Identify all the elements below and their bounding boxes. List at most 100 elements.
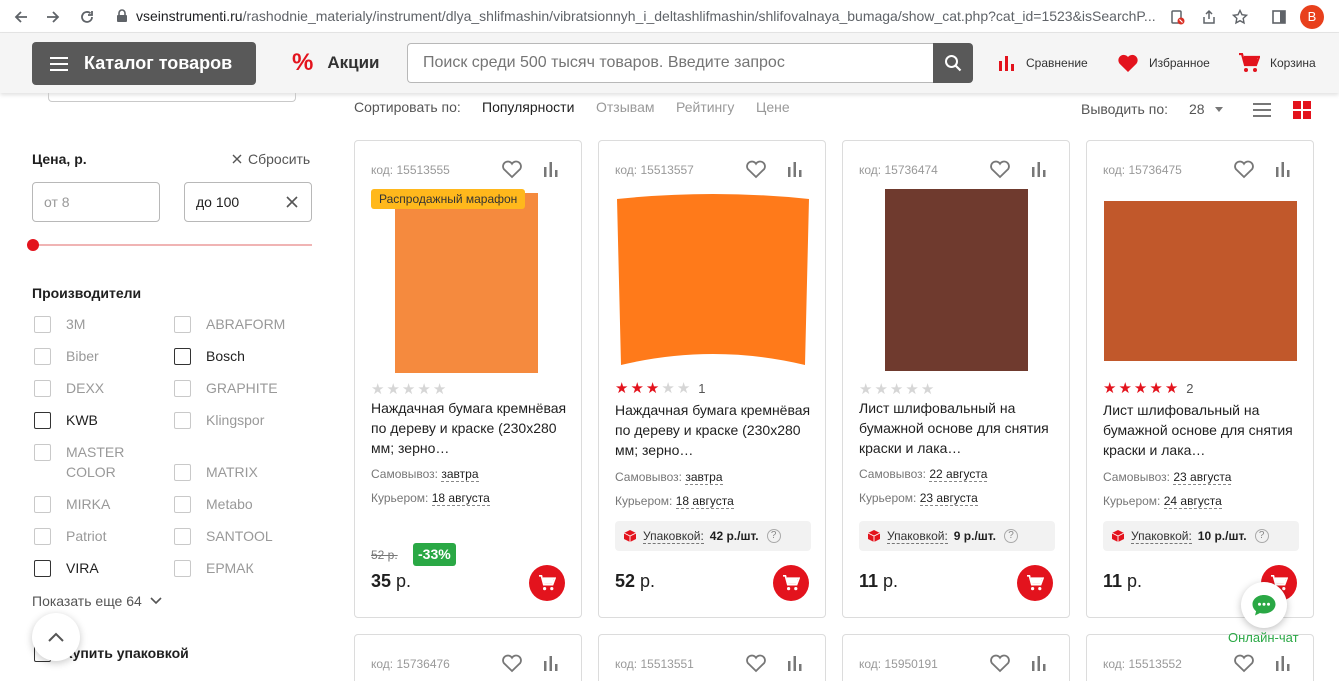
add-to-cart-button[interactable] — [1017, 565, 1053, 601]
address-bar[interactable]: vseinstrumenti.ru/rashodnie_materialy/in… — [136, 4, 1158, 29]
brand-checkbox-abraform[interactable]: ABRAFORM — [174, 316, 285, 334]
checkbox[interactable] — [34, 348, 51, 365]
heart-icon[interactable] — [1233, 159, 1255, 179]
help-icon[interactable]: ? — [1254, 529, 1269, 543]
bookmark-star-icon[interactable] — [1229, 6, 1251, 28]
brand-checkbox-patriot[interactable]: Patriot — [34, 528, 106, 546]
online-chat-label[interactable]: Онлайн-чат — [1228, 630, 1299, 645]
product-card[interactable]: код: 15513557 ★ ★ ★ ★ ★ 1 Наждачная бумага к… — [598, 140, 826, 618]
compare-icon[interactable] — [543, 161, 559, 177]
courier-date[interactable]: 18 августа — [431, 491, 490, 506]
pack-label[interactable]: Упаковкой: — [643, 529, 704, 544]
pickup-date[interactable]: 23 августа — [1173, 470, 1232, 485]
promo-link[interactable]: % Акции — [292, 49, 379, 76]
checkbox[interactable] — [34, 412, 51, 429]
pickup-date[interactable]: завтра — [685, 470, 723, 485]
brand-checkbox-santool[interactable]: SANTOOL — [174, 528, 273, 546]
clear-price-icon[interactable] — [284, 194, 300, 210]
brand-checkbox-3m[interactable]: 3M — [34, 316, 85, 334]
blocked-icon[interactable] — [1166, 6, 1188, 28]
brand-checkbox-biber[interactable]: Biber — [34, 348, 99, 366]
brand-checkbox-matrix[interactable]: MATRIX — [174, 464, 258, 482]
compare-icon[interactable] — [543, 655, 559, 671]
heart-icon[interactable] — [501, 653, 523, 673]
search-input[interactable] — [407, 43, 933, 83]
pickup-date[interactable]: завтра — [441, 467, 479, 482]
scroll-top-button[interactable] — [32, 613, 80, 661]
product-card[interactable]: код: 15736475 ★ ★ ★ ★ ★ 2 Лист шлифовальный … — [1086, 140, 1314, 618]
reload-icon[interactable] — [76, 6, 98, 28]
catalog-button[interactable]: Каталог товаров — [32, 42, 256, 85]
help-icon[interactable]: ? — [1003, 529, 1018, 543]
add-to-cart-button[interactable] — [529, 565, 565, 601]
pack-label[interactable]: Упаковкой: — [1131, 529, 1192, 544]
compare-icon[interactable] — [1275, 161, 1291, 177]
sort-reviews[interactable]: Отзывам — [596, 99, 654, 115]
brand-checkbox-vira[interactable]: VIRA — [34, 560, 99, 578]
checkbox[interactable] — [174, 412, 191, 429]
pickup-date[interactable]: 22 августа — [929, 467, 988, 482]
product-card[interactable]: код: 15513551 — [598, 634, 826, 681]
price-slider-track[interactable] — [32, 244, 312, 246]
lock-icon[interactable] — [116, 9, 128, 28]
product-title[interactable]: Лист шлифовальный на бумажной основе для… — [859, 398, 1055, 458]
product-card[interactable]: код: 15736476 — [354, 634, 582, 681]
checkbox[interactable] — [34, 316, 51, 333]
compare-link[interactable]: Сравнение — [998, 50, 1088, 76]
add-to-cart-button[interactable] — [773, 565, 809, 601]
brand-checkbox-ermak[interactable]: ЕРМАК — [174, 560, 254, 578]
heart-icon[interactable] — [501, 159, 523, 179]
per-page-select[interactable]: 28 — [1189, 101, 1223, 117]
checkbox[interactable] — [174, 496, 191, 513]
brand-checkbox-kwb[interactable]: KWB — [34, 412, 98, 430]
brand-checkbox-graphite[interactable]: GRAPHITE — [174, 380, 278, 398]
brand-checkbox-mirka[interactable]: MIRKA — [34, 496, 110, 514]
sort-rating[interactable]: Рейтингу — [676, 99, 734, 115]
show-more-brands-button[interactable]: Показать еще 64 — [32, 593, 162, 609]
product-title[interactable]: Лист шлифовальный на бумажной основе для… — [1103, 400, 1299, 460]
checkbox[interactable] — [34, 496, 51, 513]
compare-icon[interactable] — [787, 161, 803, 177]
brand-checkbox-dexx[interactable]: DEXX — [34, 380, 104, 398]
product-title[interactable]: Наждачная бумага кремнёвая по дереву и к… — [615, 400, 811, 460]
compare-icon[interactable] — [1275, 655, 1291, 671]
product-image[interactable] — [1104, 201, 1297, 361]
product-image[interactable] — [615, 193, 811, 371]
product-card[interactable]: код: 15513555 Распродажный марафон ★ ★ ★ ★ ★… — [354, 140, 582, 618]
product-image[interactable] — [395, 193, 538, 373]
checkbox[interactable] — [34, 380, 51, 397]
cart-link[interactable]: Корзина — [1238, 50, 1316, 76]
profile-avatar[interactable]: B — [1300, 5, 1324, 29]
checkbox[interactable] — [174, 528, 191, 545]
search-button[interactable] — [933, 43, 973, 83]
brand-checkbox-klingspor[interactable]: Klingspor — [174, 412, 264, 430]
checkbox[interactable] — [34, 560, 51, 577]
compare-icon[interactable] — [787, 655, 803, 671]
product-card[interactable]: код: 15950191 — [842, 634, 1070, 681]
checkbox[interactable] — [174, 348, 191, 365]
heart-icon[interactable] — [745, 159, 767, 179]
forward-icon[interactable] — [42, 6, 64, 28]
heart-icon[interactable] — [1233, 653, 1255, 673]
compare-icon[interactable] — [1031, 655, 1047, 671]
courier-date[interactable]: 23 августа — [919, 491, 978, 506]
product-title[interactable]: Наждачная бумага кремнёвая по дереву и к… — [371, 398, 567, 458]
help-icon[interactable]: ? — [766, 529, 781, 543]
courier-date[interactable]: 24 августа — [1163, 494, 1222, 509]
compare-icon[interactable] — [1031, 161, 1047, 177]
checkbox[interactable] — [174, 316, 191, 333]
checkbox[interactable] — [174, 560, 191, 577]
product-image[interactable] — [885, 189, 1028, 371]
sort-popularity[interactable]: Популярности — [482, 99, 574, 115]
list-view-button[interactable] — [1253, 101, 1271, 119]
brand-checkbox-metabo[interactable]: Metabo — [174, 496, 253, 514]
price-slider-handle[interactable] — [27, 239, 39, 251]
heart-icon[interactable] — [989, 653, 1011, 673]
reset-price-button[interactable]: Сбросить — [232, 151, 310, 167]
brand-checkbox-master-color[interactable]: MASTER COLOR — [34, 444, 134, 482]
pack-label[interactable]: Упаковкой: — [887, 529, 948, 544]
checkbox[interactable] — [34, 444, 51, 461]
courier-date[interactable]: 18 августа — [675, 494, 734, 509]
back-icon[interactable] — [10, 6, 32, 28]
online-chat-button[interactable] — [1241, 582, 1287, 628]
